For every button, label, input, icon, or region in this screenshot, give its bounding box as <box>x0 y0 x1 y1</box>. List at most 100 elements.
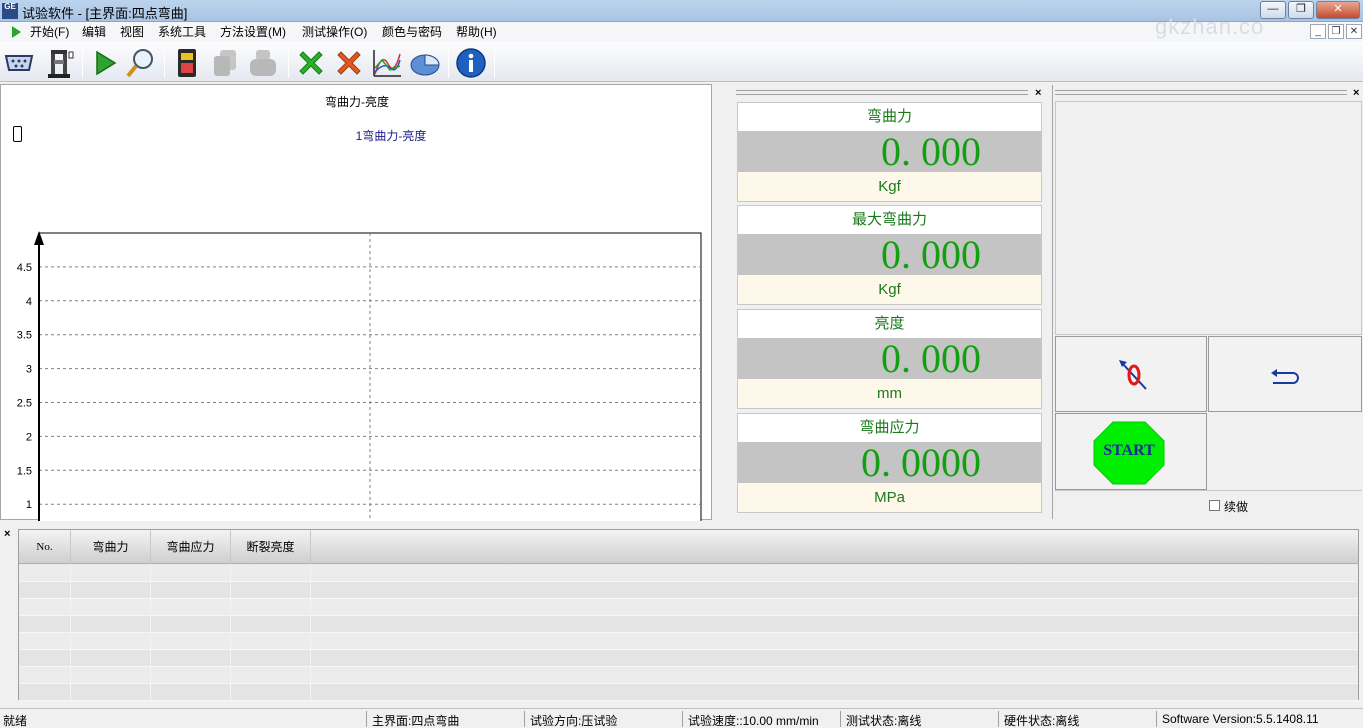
chart-plot: 0.511.522.533.544.51 <box>17 231 702 521</box>
readout-value: 0. 000 <box>738 234 1041 276</box>
table-cell <box>71 667 151 683</box>
table-cell <box>71 565 151 581</box>
table-cell <box>19 684 71 700</box>
table-cell <box>151 599 231 615</box>
info-button[interactable] <box>454 46 488 80</box>
panel-grip[interactable] <box>1055 90 1347 95</box>
delete-orange-button[interactable] <box>332 46 366 80</box>
search-button[interactable] <box>124 46 158 80</box>
column-header-break-brightness[interactable]: 断裂亮度 <box>231 530 311 564</box>
pie-button[interactable] <box>408 46 442 80</box>
menu-view[interactable]: 视图 <box>120 24 144 40</box>
continue-checkbox[interactable] <box>1209 500 1220 511</box>
window-title: 试验软件 - [主界面:四点弯曲] <box>22 6 188 21</box>
column-header-bending-force[interactable]: 弯曲力 <box>71 530 151 564</box>
status-separator <box>524 711 525 727</box>
y-tick-label: 2.5 <box>17 398 32 410</box>
print-button[interactable] <box>246 46 280 80</box>
readout-panel-close-icon[interactable]: × <box>1035 88 1041 99</box>
table-cell <box>231 599 311 615</box>
app-icon: GE <box>2 3 18 19</box>
toolbar-separator <box>164 46 165 78</box>
mdi-minimize-button[interactable]: _ <box>1310 24 1326 39</box>
status-hardware-state: 硬件状态:离线 <box>1004 714 1080 728</box>
table-row[interactable] <box>19 616 1358 633</box>
toolbar-separator <box>494 46 495 78</box>
save-button[interactable] <box>170 46 204 80</box>
zero-reset-button[interactable] <box>1055 336 1207 412</box>
table-cell <box>19 650 71 666</box>
table-cell <box>19 582 71 598</box>
results-panel-close-icon[interactable]: × <box>4 528 10 540</box>
delete-green-button[interactable] <box>294 46 328 80</box>
mdi-close-button[interactable]: ✕ <box>1346 24 1362 39</box>
info-icon <box>456 48 486 78</box>
menu-system-tools[interactable]: 系统工具 <box>158 24 206 40</box>
menu-help[interactable]: 帮助(H) <box>456 24 497 40</box>
continue-label: 续做 <box>1224 500 1249 514</box>
table-cell <box>71 633 151 649</box>
return-button[interactable] <box>1208 336 1362 412</box>
panel-grip[interactable] <box>736 90 1028 95</box>
menu-color-password[interactable]: 颜色与密码 <box>382 24 442 40</box>
play-icon <box>12 26 21 38</box>
curve-button[interactable] <box>370 46 404 80</box>
table-row[interactable] <box>19 599 1358 616</box>
maximize-button[interactable]: ❐ <box>1288 1 1314 19</box>
table-cell <box>231 667 311 683</box>
table-cell <box>71 650 151 666</box>
control-panel-close-icon[interactable]: × <box>1353 88 1359 99</box>
table-row[interactable] <box>19 684 1358 701</box>
close-button[interactable]: ✕ <box>1316 1 1360 19</box>
chart-panel: 0.511.522.533.544.51 弯曲力-亮度 1弯曲力-亮度 <box>0 84 712 521</box>
readout-unit: Kgf <box>738 275 1041 304</box>
menu-start[interactable]: 开始(F) <box>30 24 69 40</box>
y-tick-label: 1.5 <box>17 465 32 477</box>
table-cell <box>151 565 231 581</box>
status-test-state: 测试状态:离线 <box>846 714 922 728</box>
save-icon <box>178 49 196 77</box>
copy-icon <box>214 50 236 76</box>
copy-button[interactable] <box>208 46 242 80</box>
y-tick-label: 4 <box>26 296 32 308</box>
column-header-bending-stress[interactable]: 弯曲应力 <box>151 530 231 564</box>
table-cell <box>19 633 71 649</box>
readout-unit: MPa <box>738 483 1041 512</box>
serial-port-button[interactable] <box>2 46 36 80</box>
status-bar: 就绪 主界面:四点弯曲 试验方向:压试验 试验速度::10.00 mm/min … <box>0 708 1363 728</box>
table-cell <box>19 565 71 581</box>
column-header-no[interactable]: No. <box>19 530 71 564</box>
table-cell <box>151 650 231 666</box>
table-row[interactable] <box>19 650 1358 667</box>
table-cell <box>151 633 231 649</box>
table-row[interactable] <box>19 582 1358 599</box>
menu-test-operation[interactable]: 测试操作(O) <box>302 24 367 40</box>
search-icon <box>126 49 153 78</box>
readout-label: 亮度 <box>738 310 1041 338</box>
table-cell <box>71 599 151 615</box>
start-button[interactable]: START <box>1055 413 1207 490</box>
table-cell <box>231 684 311 700</box>
control-empty-cell <box>1208 413 1362 490</box>
y-tick-label: 2 <box>26 431 32 443</box>
machine-button[interactable] <box>42 46 76 80</box>
table-cell <box>151 684 231 700</box>
mdi-restore-button[interactable]: ❐ <box>1328 24 1344 39</box>
results-table: No. 弯曲力 弯曲应力 断裂亮度 <box>18 529 1359 701</box>
table-row[interactable] <box>19 565 1358 582</box>
run-button[interactable] <box>88 46 122 80</box>
table-cell <box>71 684 151 700</box>
table-row[interactable] <box>19 633 1358 650</box>
menu-edit[interactable]: 编辑 <box>82 24 106 40</box>
table-row[interactable] <box>19 667 1358 684</box>
software-version: Software Version:5.5.1408.11 <box>1162 712 1319 726</box>
status-separator <box>682 711 683 727</box>
status-separator <box>366 711 367 727</box>
run-icon <box>96 50 117 76</box>
table-cell <box>231 616 311 632</box>
table-cell <box>71 616 151 632</box>
y-tick-label: 3.5 <box>17 330 32 342</box>
table-cell <box>151 616 231 632</box>
y-tick-label: 3 <box>26 364 32 376</box>
menu-method-settings[interactable]: 方法设置(M) <box>220 24 286 40</box>
